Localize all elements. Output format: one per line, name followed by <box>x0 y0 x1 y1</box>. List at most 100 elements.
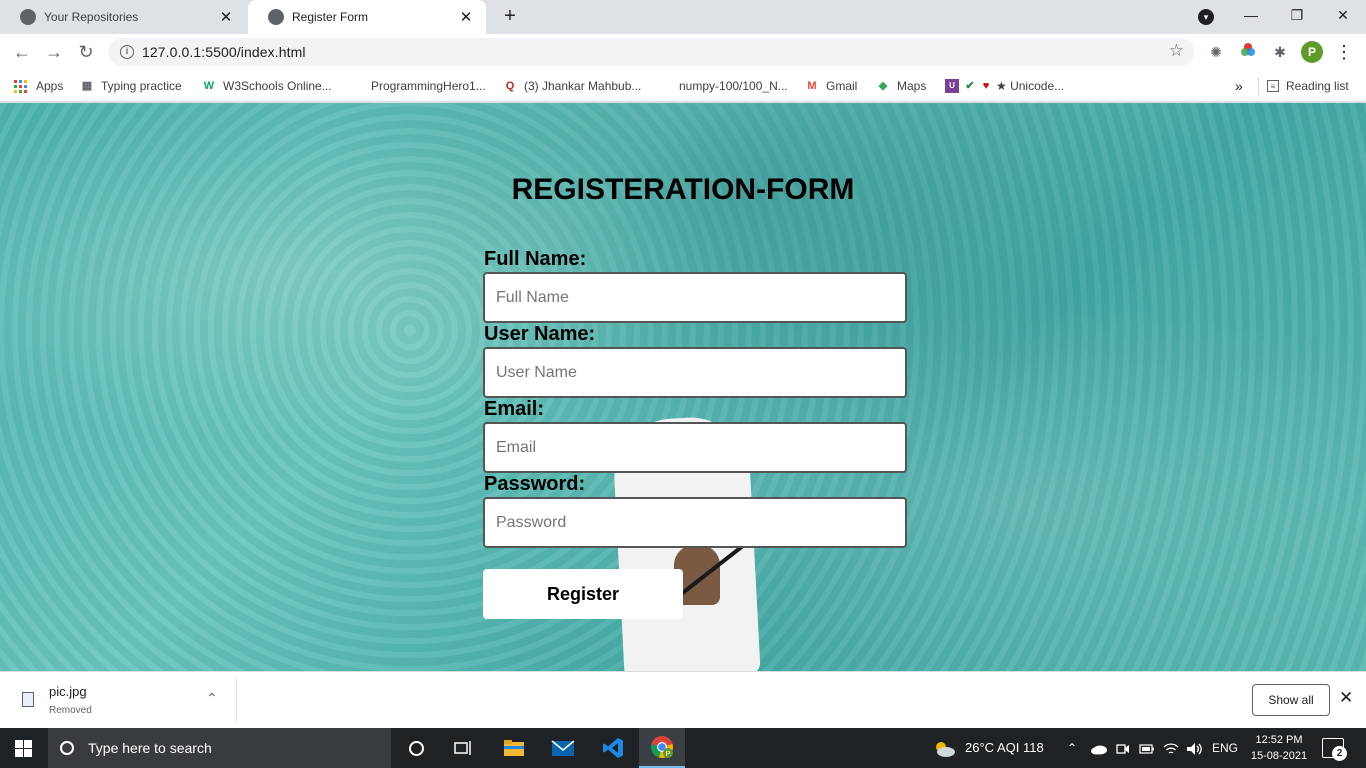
address-bar[interactable]: i 127.0.0.1:5500/index.html ☆ <box>108 38 1194 66</box>
search-placeholder: Type here to search <box>88 740 212 756</box>
email-input[interactable] <box>483 422 907 473</box>
bookmark-w3schools[interactable]: W W3Schools Online... <box>202 77 332 95</box>
apps-icon <box>14 79 27 93</box>
browser-toolbar: ← → ↻ i 127.0.0.1:5500/index.html ☆ ✺ ✱ … <box>0 34 1366 70</box>
bookmark-label: W3Schools Online... <box>223 79 332 93</box>
register-button[interactable]: Register <box>483 569 683 619</box>
bookmark-maps[interactable]: ◆ Maps <box>876 77 927 95</box>
reading-list-icon: ≡ <box>1267 80 1279 92</box>
system-clock[interactable]: 12:52 PM 15-08-2021 <box>1246 732 1312 764</box>
close-shelf-icon[interactable]: ✕ <box>1339 688 1353 708</box>
bookmark-label: Maps <box>897 79 927 93</box>
reload-icon[interactable]: ↻ <box>74 40 98 64</box>
menu-icon[interactable]: ⋮ <box>1334 42 1354 62</box>
full-name-input[interactable] <box>483 272 907 323</box>
download-status: Removed <box>49 705 92 716</box>
file-explorer-icon[interactable] <box>491 728 537 768</box>
user-name-input[interactable] <box>483 347 907 398</box>
full-name-label: Full Name: <box>484 248 587 270</box>
gmail-icon: M <box>807 80 817 92</box>
cortana-icon[interactable] <box>393 728 439 768</box>
bookmark-programming-hero[interactable]: ProgrammingHero1... <box>350 77 486 95</box>
download-shelf: pic.jpg Removed ⌃ Show all ✕ <box>0 671 1366 728</box>
bookmark-typing-practice[interactable]: ▦ Typing practice <box>80 77 182 95</box>
bookmark-label: Gmail <box>826 79 858 93</box>
typing-icon: ▦ <box>81 80 93 92</box>
close-tab-icon[interactable]: ✕ <box>458 8 474 26</box>
bookmark-label: ProgrammingHero1... <box>371 79 486 93</box>
tab-your-repositories[interactable]: Your Repositories ✕ <box>0 0 246 34</box>
image-file-icon <box>22 692 34 707</box>
reading-list-label: Reading list <box>1286 79 1349 93</box>
battery-icon[interactable] <box>1139 728 1155 768</box>
blank-icon <box>350 79 364 93</box>
close-window-button[interactable]: ✕ <box>1320 0 1366 34</box>
color-extension-icon[interactable] <box>1238 42 1258 62</box>
password-label: Password: <box>484 473 586 495</box>
page-background: REGISTERATION-FORM Full Name: User Name:… <box>0 103 1366 671</box>
github-icon <box>20 9 36 25</box>
search-icon <box>60 741 74 755</box>
quora-icon: Q <box>505 80 515 92</box>
tab-search-icon[interactable]: ▾ <box>1198 9 1214 25</box>
maps-icon: ◆ <box>878 80 888 92</box>
bookmark-apps[interactable]: Apps <box>14 77 63 95</box>
input-language[interactable]: ENG <box>1212 728 1238 768</box>
bookmark-label: Apps <box>36 79 64 93</box>
chrome-taskbar-icon[interactable]: P <box>639 728 685 768</box>
onedrive-icon[interactable] <box>1090 728 1108 768</box>
profile-avatar[interactable]: P <box>1301 41 1323 63</box>
new-tab-button[interactable]: + <box>498 5 522 29</box>
back-icon[interactable]: ← <box>10 40 34 64</box>
bookmark-label: numpy-100/100_N... <box>679 79 788 93</box>
volume-icon[interactable] <box>1186 728 1204 768</box>
taskbar-search[interactable]: Type here to search <box>48 728 391 768</box>
more-bookmarks-icon[interactable]: » <box>1235 77 1243 95</box>
restore-button[interactable]: ❐ <box>1274 0 1320 34</box>
forward-icon[interactable]: → <box>42 40 66 64</box>
meet-now-icon[interactable] <box>1116 728 1130 768</box>
chevron-up-icon[interactable]: ⌃ <box>206 690 218 707</box>
bookmark-star-icon[interactable]: ☆ <box>1169 41 1184 61</box>
bookmark-label: Typing practice <box>101 79 182 93</box>
user-name-label: User Name: <box>484 323 596 345</box>
windows-taskbar: Type here to search P 26°C AQI 118 ⌃ ENG… <box>0 728 1366 768</box>
email-label: Email: <box>484 398 545 420</box>
download-filename[interactable]: pic.jpg <box>49 684 87 699</box>
close-tab-icon[interactable]: ✕ <box>218 8 234 26</box>
weather-icon[interactable] <box>932 728 956 768</box>
w3schools-icon: W <box>203 80 215 92</box>
bookmarks-bar: Apps ▦ Typing practice W W3Schools Onlin… <box>0 70 1366 102</box>
clock-time: 12:52 PM <box>1255 734 1303 746</box>
tab-title: Register Form <box>292 10 369 24</box>
bookmark-jhankar-mahbub[interactable]: Q (3) Jhankar Mahbub... <box>503 77 642 95</box>
wifi-icon[interactable] <box>1163 728 1179 768</box>
tab-strip: Your Repositories ✕ Register Form ✕ + ▾ … <box>0 0 1366 34</box>
windows-start-icon[interactable] <box>15 740 32 757</box>
bookmark-label: (3) Jhankar Mahbub... <box>524 79 642 93</box>
show-all-button[interactable]: Show all <box>1252 684 1330 716</box>
mail-icon[interactable] <box>540 728 586 768</box>
url-text: 127.0.0.1:5500/index.html <box>142 44 306 60</box>
site-info-icon[interactable]: i <box>120 45 134 59</box>
svg-text:P: P <box>666 751 671 758</box>
tab-register-form[interactable]: Register Form ✕ <box>248 0 486 34</box>
vscode-icon[interactable] <box>590 728 636 768</box>
task-view-icon[interactable] <box>440 728 486 768</box>
blank-icon <box>658 79 672 93</box>
show-hidden-icons-icon[interactable]: ⌃ <box>1067 728 1077 768</box>
extensions-icon[interactable]: ✱ <box>1270 42 1290 62</box>
bug-extension-icon[interactable]: ✺ <box>1206 42 1226 62</box>
password-input[interactable] <box>483 497 907 548</box>
divider <box>236 678 237 722</box>
reading-list[interactable]: ≡ Reading list <box>1258 77 1349 95</box>
bookmark-unicode[interactable]: U ✔ ♥ ★ Unicode... <box>945 77 1064 95</box>
heart-icon: ♥ <box>982 80 990 92</box>
bookmark-gmail[interactable]: M Gmail <box>805 77 857 95</box>
notification-count: 2 <box>1332 746 1347 761</box>
form-title: REGISTERATION-FORM <box>511 173 855 206</box>
bookmark-numpy-100[interactable]: numpy-100/100_N... <box>658 77 788 95</box>
minimize-button[interactable]: — <box>1228 0 1274 34</box>
weather-readout[interactable]: 26°C AQI 118 <box>965 728 1044 768</box>
unicode-table-icon: U <box>945 79 959 93</box>
